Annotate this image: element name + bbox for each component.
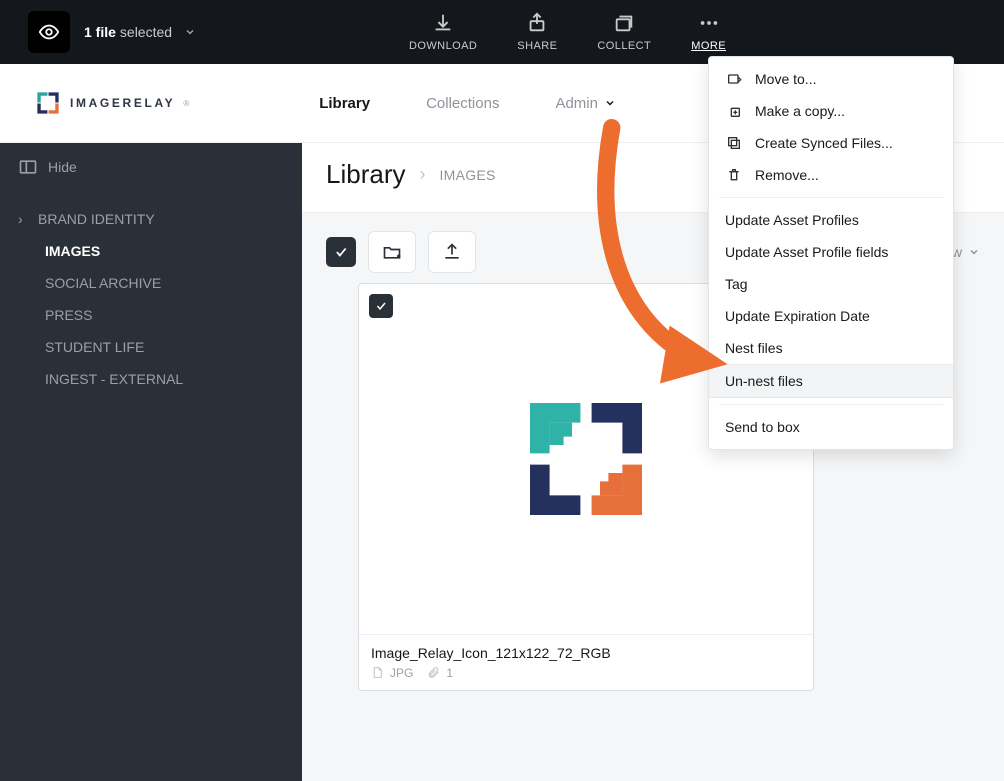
- menu-separator: [719, 197, 943, 198]
- sidebar-list: BRAND IDENTITY IMAGES SOCIAL ARCHIVE PRE…: [0, 191, 302, 395]
- trash-icon: [725, 167, 743, 183]
- asset-attach: 1: [427, 665, 453, 680]
- sidebar-item-images[interactable]: IMAGES: [18, 235, 302, 267]
- sidebar-item-brand-identity[interactable]: BRAND IDENTITY: [18, 203, 302, 235]
- download-label: DOWNLOAD: [409, 40, 477, 52]
- preview-eye-button[interactable]: [28, 11, 70, 53]
- sidebar-hide[interactable]: Hide: [0, 143, 302, 191]
- sidebar-item-ingest-external[interactable]: INGEST - EXTERNAL: [18, 363, 302, 395]
- menu-move-to-label: Move to...: [755, 71, 816, 87]
- selection-text[interactable]: 1 file selected: [84, 24, 196, 40]
- share-action[interactable]: SHARE: [517, 12, 557, 52]
- brand-name: IMAGERELAY: [70, 96, 175, 110]
- nav-admin-label: Admin: [555, 95, 598, 112]
- sidebar-item-student-life[interactable]: STUDENT LIFE: [18, 331, 302, 363]
- nav-collections[interactable]: Collections: [426, 95, 499, 112]
- menu-update-expiration[interactable]: Update Expiration Date: [709, 300, 953, 332]
- sidebar: Hide BRAND IDENTITY IMAGES SOCIAL ARCHIV…: [0, 143, 302, 781]
- brand-logo[interactable]: IMAGERELAY ®: [34, 89, 189, 117]
- collect-icon: [613, 12, 635, 34]
- menu-update-profiles[interactable]: Update Asset Profiles: [709, 204, 953, 236]
- breadcrumb-current: IMAGES: [439, 167, 495, 183]
- download-action[interactable]: DOWNLOAD: [409, 12, 477, 52]
- chevron-down-icon: [604, 97, 616, 109]
- sidebar-item-social-archive[interactable]: SOCIAL ARCHIVE: [18, 267, 302, 299]
- sidebar-hide-label: Hide: [48, 159, 77, 175]
- more-icon: [697, 12, 721, 34]
- folder-plus-icon: [381, 242, 403, 262]
- share-icon: [526, 12, 548, 34]
- selection-count: 1 file: [84, 24, 116, 40]
- menu-make-copy[interactable]: Make a copy...: [709, 95, 953, 127]
- menu-remove-label: Remove...: [755, 167, 819, 183]
- menu-separator: [719, 404, 943, 405]
- brand-registered: ®: [183, 99, 189, 108]
- asset-meta: JPG 1: [359, 661, 813, 690]
- paperclip-icon: [427, 665, 440, 680]
- asset-attach-count: 1: [446, 666, 453, 680]
- asset-filename: Image_Relay_Icon_121x122_72_RGB: [359, 634, 813, 661]
- menu-make-copy-label: Make a copy...: [755, 103, 845, 119]
- nav-admin[interactable]: Admin: [555, 95, 616, 112]
- logo-mark-icon: [34, 89, 62, 117]
- menu-update-fields[interactable]: Update Asset Profile fields: [709, 236, 953, 268]
- main-nav: Library Collections Admin: [319, 95, 616, 112]
- selection-bar: 1 file selected DOWNLOAD SHARE COLLECT: [0, 0, 1004, 64]
- menu-tag[interactable]: Tag: [709, 268, 953, 300]
- asset-format-label: JPG: [390, 666, 413, 680]
- menu-unnest-files[interactable]: Un-nest files: [709, 364, 953, 398]
- select-all-checkbox[interactable]: [326, 237, 356, 267]
- menu-nest-files[interactable]: Nest files: [709, 332, 953, 364]
- upload-button[interactable]: [428, 231, 476, 273]
- menu-create-synced-label: Create Synced Files...: [755, 135, 893, 151]
- collect-action[interactable]: COLLECT: [597, 12, 651, 52]
- collect-label: COLLECT: [597, 40, 651, 52]
- synced-icon: [725, 135, 743, 151]
- more-dropdown-menu: Move to... Make a copy... Create Synced …: [708, 56, 954, 450]
- nav-library[interactable]: Library: [319, 95, 370, 112]
- breadcrumb-separator-icon: ›: [419, 164, 425, 185]
- share-label: SHARE: [517, 40, 557, 52]
- menu-create-synced[interactable]: Create Synced Files...: [709, 127, 953, 159]
- more-label: MORE: [691, 40, 726, 52]
- menu-send-to-box[interactable]: Send to box: [709, 411, 953, 443]
- selection-actions: DOWNLOAD SHARE COLLECT MORE: [409, 12, 976, 52]
- upload-icon: [442, 242, 462, 262]
- file-icon: [371, 665, 384, 680]
- more-action[interactable]: MORE: [691, 12, 726, 52]
- copy-icon: [725, 103, 743, 119]
- sidebar-item-press[interactable]: PRESS: [18, 299, 302, 331]
- eye-icon: [38, 21, 60, 43]
- move-icon: [725, 71, 743, 87]
- asset-checkbox[interactable]: [369, 294, 393, 318]
- sidebar-toggle-icon: [18, 157, 38, 177]
- chevron-down-icon: [184, 26, 196, 38]
- asset-format: JPG: [371, 665, 413, 680]
- download-icon: [432, 12, 454, 34]
- menu-remove[interactable]: Remove...: [709, 159, 953, 191]
- menu-move-to[interactable]: Move to...: [709, 63, 953, 95]
- selection-label: selected: [120, 24, 172, 40]
- new-folder-button[interactable]: [368, 231, 416, 273]
- breadcrumb-root[interactable]: Library: [326, 159, 405, 190]
